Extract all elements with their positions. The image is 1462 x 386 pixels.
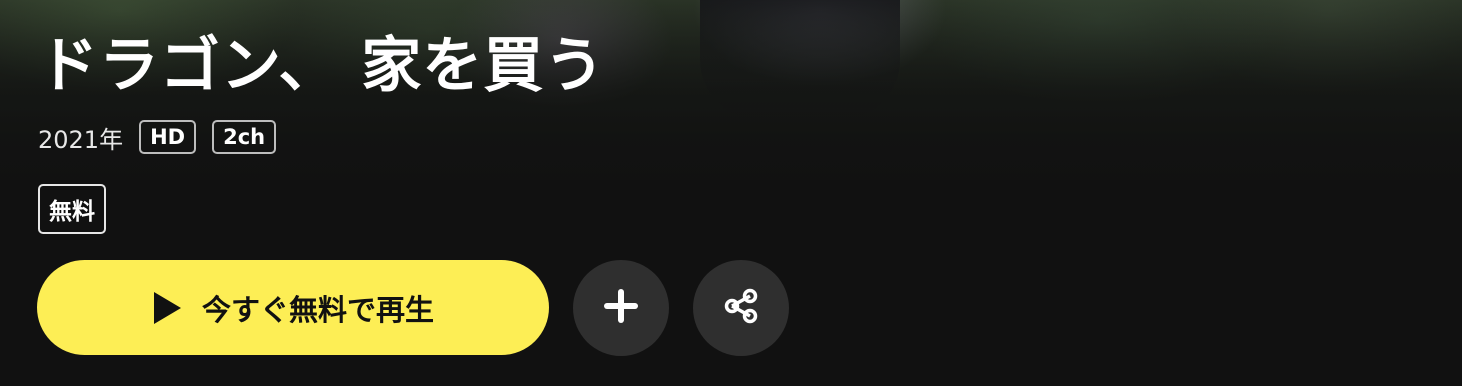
add-to-list-button[interactable] bbox=[573, 260, 669, 356]
meta-row: 2021年 HD 2ch bbox=[38, 116, 277, 158]
release-year: 2021年 bbox=[38, 125, 124, 154]
play-button-label: 今すぐ無料で再生 bbox=[201, 292, 434, 327]
audio-tag: 2ch bbox=[212, 120, 277, 154]
page-title: ドラゴン、 家を買う bbox=[38, 31, 606, 101]
play-free-button[interactable]: 今すぐ無料で再生 bbox=[37, 260, 549, 355]
plus-icon bbox=[602, 287, 640, 329]
play-icon bbox=[152, 291, 182, 325]
share-button[interactable] bbox=[693, 260, 789, 356]
free-badge: 無料 bbox=[38, 184, 106, 234]
share-icon bbox=[721, 286, 761, 330]
quality-tag: HD bbox=[139, 120, 197, 154]
